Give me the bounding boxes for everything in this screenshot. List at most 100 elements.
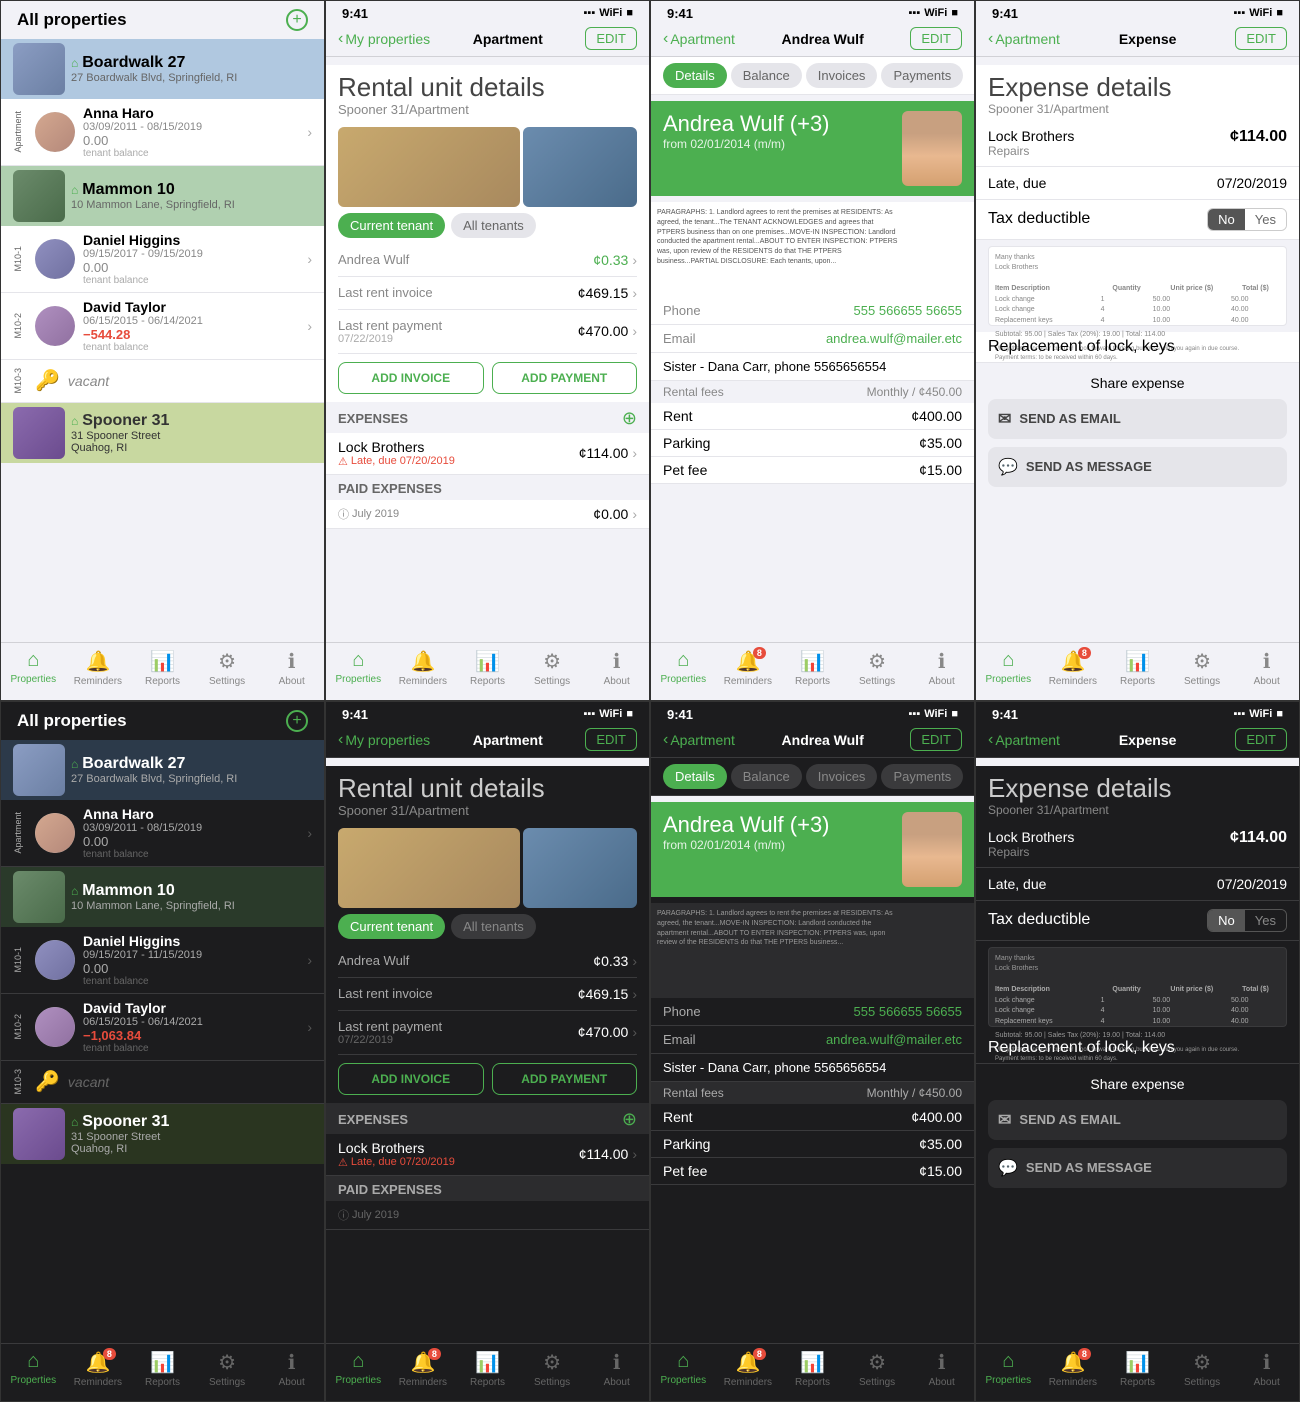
tab-settings-3[interactable]: ⚙ Settings xyxy=(845,649,910,687)
paid-expense-row[interactable]: ⓘ July 2019 ¢0.00 › xyxy=(326,500,649,529)
tax-yes-8[interactable]: Yes xyxy=(1245,910,1286,931)
add-expense-icon[interactable]: ⊕ xyxy=(622,408,637,429)
tab-payments-7[interactable]: Payments xyxy=(881,764,963,789)
nav-back-8[interactable]: ‹ Apartment xyxy=(988,731,1060,749)
edit-btn-6[interactable]: EDIT xyxy=(585,728,637,751)
tenant-row-anna[interactable]: Apartment Anna Haro 03/09/2011 - 08/15/2… xyxy=(1,99,324,166)
edit-btn-7[interactable]: EDIT xyxy=(910,728,962,751)
tax-yes-4[interactable]: Yes xyxy=(1245,209,1286,230)
tab-about-3[interactable]: ℹ About xyxy=(909,649,974,687)
tab-current-tenant[interactable]: Current tenant xyxy=(338,213,445,238)
nav-back-6[interactable]: ‹ My properties xyxy=(338,731,430,749)
tab-about-1[interactable]: ℹ About xyxy=(259,649,324,687)
add-payment-btn-6[interactable]: ADD PAYMENT xyxy=(492,1063,638,1095)
tab-balance-7[interactable]: Balance xyxy=(731,764,802,789)
expense-lock-brothers-6[interactable]: Lock Brothers ⚠ Late, due 07/20/2019 ¢11… xyxy=(326,1134,649,1176)
info-last-payment-6[interactable]: Last rent payment 07/22/2019 ¢470.00 › xyxy=(338,1011,637,1055)
tab-properties-2[interactable]: ⌂ Properties xyxy=(326,649,391,685)
tab-properties-1[interactable]: ⌂ Properties xyxy=(1,649,66,685)
tab-all-tenants-6[interactable]: All tenants xyxy=(451,914,536,939)
tenant-row-anna-5[interactable]: Apartment Anna Haro 03/09/2011 - 08/15/2… xyxy=(1,800,324,867)
share-message-btn-8[interactable]: 💬 SEND AS MESSAGE xyxy=(988,1148,1287,1188)
add-expense-icon-6[interactable]: ⊕ xyxy=(622,1109,637,1130)
paid-expense-row-6[interactable]: ⓘ July 2019 xyxy=(326,1201,649,1230)
nav-back-4[interactable]: ‹ Apartment xyxy=(988,30,1060,48)
edit-btn-4[interactable]: EDIT xyxy=(1235,27,1287,50)
tax-no-4[interactable]: No xyxy=(1208,209,1245,230)
tenant-row-david[interactable]: M10-2 David Taylor 06/15/2015 - 06/14/20… xyxy=(1,293,324,360)
tab-details-7[interactable]: Details xyxy=(663,764,727,789)
tab-properties-6[interactable]: ⌂ Properties xyxy=(326,1350,391,1386)
info-last-invoice-6[interactable]: Last rent invoice ¢469.15 › xyxy=(338,978,637,1011)
tab-reports-3[interactable]: 📊 Reports xyxy=(780,649,845,687)
expense-lock-brothers[interactable]: Lock Brothers ⚠ Late, due 07/20/2019 ¢11… xyxy=(326,433,649,475)
tab-reminders-7[interactable]: 8 🔔 Reminders xyxy=(716,1350,781,1388)
tab-reminders-1[interactable]: 🔔 Reminders xyxy=(66,649,131,687)
add-property-btn[interactable]: + xyxy=(286,9,308,31)
tab-about-6[interactable]: ℹ About xyxy=(584,1350,649,1388)
screen5-content: All properties + ⌂ Boardwalk 27 27 Board… xyxy=(1,702,324,1343)
tab-about-8[interactable]: ℹ About xyxy=(1234,1350,1299,1388)
tab-properties-4[interactable]: ⌂ Properties xyxy=(976,649,1041,685)
add-property-btn-5[interactable]: + xyxy=(286,710,308,732)
tab-settings-5[interactable]: ⚙ Settings xyxy=(195,1350,260,1388)
tab-details-3[interactable]: Details xyxy=(663,63,727,88)
tab-current-tenant-6[interactable]: Current tenant xyxy=(338,914,445,939)
tab-settings-8[interactable]: ⚙ Settings xyxy=(1170,1350,1235,1388)
tab-reminders-6[interactable]: 8 🔔 Reminders xyxy=(391,1350,456,1388)
tab-settings-1[interactable]: ⚙ Settings xyxy=(195,649,260,687)
edit-btn-3[interactable]: EDIT xyxy=(910,27,962,50)
tab-about-4[interactable]: ℹ About xyxy=(1234,649,1299,687)
tab-reports-2[interactable]: 📊 Reports xyxy=(455,649,520,687)
tab-reports-4[interactable]: 📊 Reports xyxy=(1105,649,1170,687)
info-last-payment[interactable]: Last rent payment 07/22/2019 ¢470.00 › xyxy=(338,310,637,354)
tenant-row-david-5[interactable]: M10-2 David Taylor 06/15/2015 - 06/14/20… xyxy=(1,994,324,1061)
tab-reports-8[interactable]: 📊 Reports xyxy=(1105,1350,1170,1388)
tab-reports-5[interactable]: 📊 Reports xyxy=(130,1350,195,1388)
edit-btn-8[interactable]: EDIT xyxy=(1235,728,1287,751)
tab-reports-6[interactable]: 📊 Reports xyxy=(455,1350,520,1388)
nav-back-7[interactable]: ‹ Apartment xyxy=(663,731,735,749)
lease-doc-3: PARAGRAPHS: 1. Landlord agrees to rent t… xyxy=(651,202,974,297)
info-andrea-6[interactable]: Andrea Wulf ¢0.33 › xyxy=(338,945,637,978)
tab-settings-7[interactable]: ⚙ Settings xyxy=(845,1350,910,1388)
tab-reminders-5[interactable]: 8 🔔 Reminders xyxy=(66,1350,131,1388)
tenant-row-daniel[interactable]: M10-1 Daniel Higgins 09/15/2017 - 09/15/… xyxy=(1,226,324,293)
time-2: 9:41 xyxy=(342,6,368,21)
tab-reminders-4[interactable]: 8 🔔 Reminders xyxy=(1041,649,1106,687)
add-payment-btn[interactable]: ADD PAYMENT xyxy=(492,362,638,394)
edit-btn-2[interactable]: EDIT xyxy=(585,27,637,50)
tab-properties-8[interactable]: ⌂ Properties xyxy=(976,1350,1041,1386)
add-invoice-btn-6[interactable]: ADD INVOICE xyxy=(338,1063,484,1095)
tab-reminders-2[interactable]: 🔔 Reminders xyxy=(391,649,456,687)
tab-reports-7[interactable]: 📊 Reports xyxy=(780,1350,845,1388)
tab-invoices-3[interactable]: Invoices xyxy=(806,63,878,88)
tab-properties-5[interactable]: ⌂ Properties xyxy=(1,1350,66,1386)
chevron-andrea: › xyxy=(632,252,637,268)
share-email-btn-4[interactable]: ✉ SEND AS EMAIL xyxy=(988,399,1287,439)
tab-reminders-8[interactable]: 8 🔔 Reminders xyxy=(1041,1350,1106,1388)
share-email-btn-8[interactable]: ✉ SEND AS EMAIL xyxy=(988,1100,1287,1140)
nav-back-2[interactable]: ‹ My properties xyxy=(338,30,430,48)
tab-balance-3[interactable]: Balance xyxy=(731,63,802,88)
tab-settings-4[interactable]: ⚙ Settings xyxy=(1170,649,1235,687)
nav-back-3[interactable]: ‹ Apartment xyxy=(663,30,735,48)
tab-properties-3[interactable]: ⌂ Properties xyxy=(651,649,716,685)
tab-reports-1[interactable]: 📊 Reports xyxy=(130,649,195,687)
tab-settings-2[interactable]: ⚙ Settings xyxy=(520,649,585,687)
tab-about-5[interactable]: ℹ About xyxy=(259,1350,324,1388)
info-andrea[interactable]: Andrea Wulf ¢0.33 › xyxy=(338,244,637,277)
info-last-invoice[interactable]: Last rent invoice ¢469.15 › xyxy=(338,277,637,310)
tenant-row-daniel-5[interactable]: M10-1 Daniel Higgins 09/15/2017 - 11/15/… xyxy=(1,927,324,994)
tab-invoices-7[interactable]: Invoices xyxy=(806,764,878,789)
tab-reminders-3[interactable]: 8 🔔 Reminders xyxy=(716,649,781,687)
add-invoice-btn[interactable]: ADD INVOICE xyxy=(338,362,484,394)
tab-settings-6[interactable]: ⚙ Settings xyxy=(520,1350,585,1388)
tab-about-2[interactable]: ℹ About xyxy=(584,649,649,687)
tax-no-8[interactable]: No xyxy=(1208,910,1245,931)
tab-properties-7[interactable]: ⌂ Properties xyxy=(651,1350,716,1386)
tab-all-tenants[interactable]: All tenants xyxy=(451,213,536,238)
share-message-btn-4[interactable]: 💬 SEND AS MESSAGE xyxy=(988,447,1287,487)
tab-payments-3[interactable]: Payments xyxy=(881,63,963,88)
tab-about-7[interactable]: ℹ About xyxy=(909,1350,974,1388)
